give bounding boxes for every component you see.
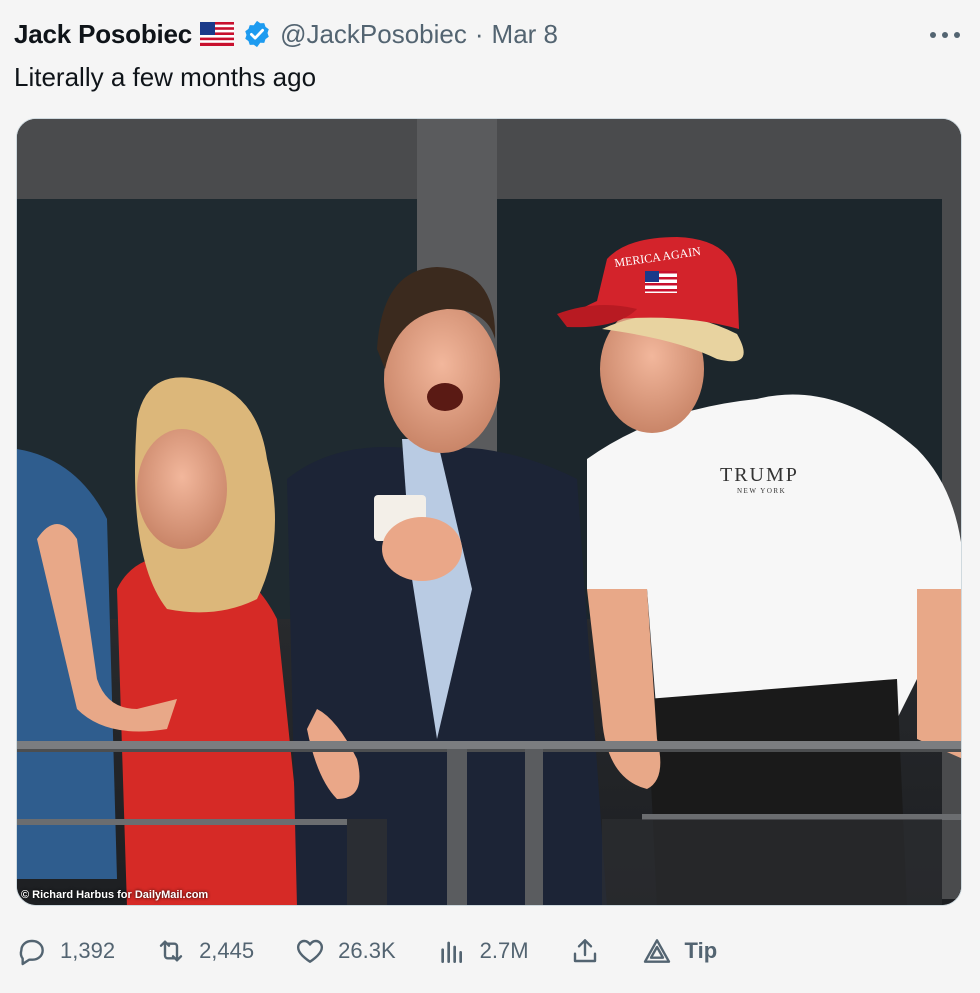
more-options-icon[interactable]	[930, 20, 960, 50]
like-button[interactable]: 26.3K	[294, 935, 396, 967]
more-dot	[942, 32, 948, 38]
heart-icon	[297, 939, 324, 963]
views-count: 2.7M	[479, 938, 529, 963]
display-name[interactable]: Jack Posobiec	[14, 19, 192, 50]
tweet-actions: 1,392 2,445 26.3K 2.7M Tip	[16, 928, 816, 974]
reply-button[interactable]: 1,392	[16, 935, 115, 967]
us-flag-icon	[200, 22, 235, 46]
tip-button[interactable]: Tip	[641, 935, 718, 967]
media-photo: MERICA AGAIN TRUMP NEW YORK	[17, 119, 961, 905]
user-handle[interactable]: @JackPosobiec	[280, 19, 467, 50]
tweet-date[interactable]: Mar 8	[492, 19, 558, 50]
media-credit: © Richard Harbus for DailyMail.com	[21, 889, 209, 901]
svg-text:NEW YORK: NEW YORK	[737, 487, 786, 495]
reply-icon	[19, 939, 44, 966]
tweet-media[interactable]: MERICA AGAIN TRUMP NEW YORK © Richard Ha…	[16, 118, 962, 906]
retweet-icon	[159, 940, 183, 962]
share-button[interactable]	[569, 935, 601, 967]
retweet-count: 2,445	[199, 938, 255, 963]
analytics-icon	[440, 941, 462, 963]
tweet-header: Jack Posobiec @JackPosobiec · Mar 8	[14, 16, 558, 52]
tip-label: Tip	[684, 938, 718, 963]
reply-count: 1,392	[60, 938, 116, 963]
retweet-button[interactable]: 2,445	[155, 935, 254, 967]
more-dot	[954, 32, 960, 38]
share-icon	[573, 939, 596, 963]
like-count: 26.3K	[338, 938, 396, 963]
separator-dot: ·	[474, 18, 484, 49]
more-dot	[930, 32, 936, 38]
svg-text:TRUMP: TRUMP	[720, 464, 799, 486]
tweet-text: Literally a few months ago	[14, 62, 317, 92]
tip-icon	[643, 939, 670, 963]
views-button[interactable]: 2.7M	[436, 935, 529, 967]
verified-badge-icon	[242, 19, 272, 49]
